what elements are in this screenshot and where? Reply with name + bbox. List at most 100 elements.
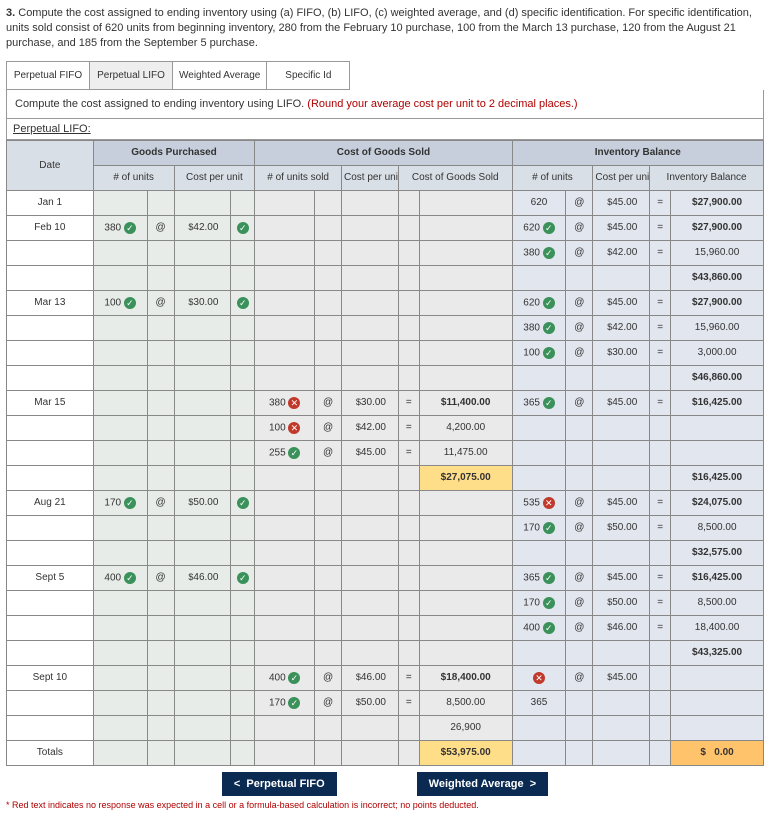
cell: 4,200.00 xyxy=(419,415,512,440)
table-title: Perpetual LIFO: xyxy=(6,119,764,140)
cell[interactable]: 400 ✓ xyxy=(512,615,566,640)
cell[interactable]: $45.00 xyxy=(593,215,650,240)
cell: $43,860.00 xyxy=(671,265,764,290)
check-icon: ✓ xyxy=(124,222,136,234)
x-icon: ✕ xyxy=(288,397,300,409)
row-aug21: Aug 21 xyxy=(7,490,94,515)
cell[interactable]: 400 ✓ xyxy=(93,565,147,590)
eq: = xyxy=(650,390,671,415)
at: @ xyxy=(566,215,593,240)
cell[interactable]: 170 ✓ xyxy=(93,490,147,515)
cell[interactable]: $50.00 xyxy=(593,515,650,540)
col-cpu-gp: Cost per unit xyxy=(174,165,255,190)
total-inventory: $ 0.00 xyxy=(671,740,764,765)
cell[interactable]: 365 ✓ xyxy=(512,565,566,590)
col-units-sold: # of units sold xyxy=(255,165,342,190)
cell[interactable]: $46.00 xyxy=(342,665,399,690)
tab-weighted[interactable]: Weighted Average xyxy=(173,62,267,89)
cell[interactable]: $45.00 xyxy=(593,665,650,690)
method-tabs: Perpetual FIFO Perpetual LIFO Weighted A… xyxy=(6,61,350,90)
cell[interactable]: 620 xyxy=(512,190,566,215)
at: @ xyxy=(566,290,593,315)
cell[interactable]: 380 ✓ xyxy=(512,240,566,265)
eq: = xyxy=(650,590,671,615)
cell[interactable]: $42.00 xyxy=(342,415,399,440)
cell[interactable]: $45.00 xyxy=(593,390,650,415)
sec-inventory-balance: Inventory Balance xyxy=(512,140,763,165)
cell[interactable]: 380 ✕ xyxy=(255,390,315,415)
cell: 26,900 xyxy=(419,715,512,740)
cell[interactable]: ✕ xyxy=(512,665,566,690)
cell[interactable]: 365 ✓ xyxy=(512,390,566,415)
cell[interactable]: $30.00 xyxy=(174,290,231,315)
nav-prev[interactable]: < Perpetual FIFO xyxy=(222,772,337,796)
cell: $11,400.00 xyxy=(419,390,512,415)
cell: 8,500.00 xyxy=(419,690,512,715)
nav-next[interactable]: Weighted Average > xyxy=(417,772,549,796)
cell[interactable]: $45.00 xyxy=(593,290,650,315)
tab-lifo[interactable]: Perpetual LIFO xyxy=(90,62,173,89)
check-icon: ✓ xyxy=(237,297,249,309)
cell[interactable]: $42.00 xyxy=(593,315,650,340)
cell: 3,000.00 xyxy=(671,340,764,365)
cell[interactable]: 400 ✓ xyxy=(255,665,315,690)
cell[interactable]: 255 ✓ xyxy=(255,440,315,465)
check-icon: ✓ xyxy=(237,222,249,234)
cell[interactable]: $50.00 xyxy=(174,490,231,515)
eq: = xyxy=(650,315,671,340)
eq: = xyxy=(650,215,671,240)
cell[interactable]: 380 ✓ xyxy=(512,315,566,340)
at: @ xyxy=(566,190,593,215)
cell: 15,960.00 xyxy=(671,315,764,340)
tab-fifo[interactable]: Perpetual FIFO xyxy=(7,62,90,89)
eq: = xyxy=(650,515,671,540)
check-icon: ✓ xyxy=(124,497,136,509)
check-icon: ✓ xyxy=(237,497,249,509)
cell: $24,075.00 xyxy=(671,490,764,515)
cell[interactable]: $46.00 xyxy=(174,565,231,590)
at: @ xyxy=(315,390,342,415)
cell: $46,860.00 xyxy=(671,365,764,390)
row-sept5: Sept 5 xyxy=(7,565,94,590)
cell[interactable]: 100 ✓ xyxy=(93,290,147,315)
cell[interactable]: $45.00 xyxy=(342,440,399,465)
tab-specific[interactable]: Specific Id xyxy=(267,62,349,89)
cell[interactable]: 170 ✓ xyxy=(512,590,566,615)
cell[interactable]: $45.00 xyxy=(593,490,650,515)
cell[interactable]: $30.00 xyxy=(593,340,650,365)
col-units-gp: # of units xyxy=(93,165,174,190)
cell[interactable]: $50.00 xyxy=(593,590,650,615)
cell[interactable]: 620 ✓ xyxy=(512,215,566,240)
check-icon: ✓ xyxy=(543,297,555,309)
sec-goods-purchased: Goods Purchased xyxy=(93,140,255,165)
at: @ xyxy=(315,665,342,690)
cell[interactable]: 620 ✓ xyxy=(512,290,566,315)
lifo-table: Date Goods Purchased Cost of Goods Sold … xyxy=(6,140,764,766)
at: @ xyxy=(147,215,174,240)
at: @ xyxy=(566,565,593,590)
cell: $16,425.00 xyxy=(671,565,764,590)
cell[interactable]: $46.00 xyxy=(593,615,650,640)
cell[interactable]: $45.00 xyxy=(593,190,650,215)
at: @ xyxy=(566,665,593,690)
cell[interactable]: $42.00 xyxy=(174,215,231,240)
cell[interactable]: $42.00 xyxy=(593,240,650,265)
cell: $16,425.00 xyxy=(671,465,764,490)
cell[interactable]: 100 ✓ xyxy=(512,340,566,365)
cell[interactable]: $30.00 xyxy=(342,390,399,415)
cell[interactable]: 380 ✓ xyxy=(93,215,147,240)
cell[interactable]: $45.00 xyxy=(593,565,650,590)
cell[interactable]: $50.00 xyxy=(342,690,399,715)
cell[interactable]: 535 ✕ xyxy=(512,490,566,515)
eq: = xyxy=(398,690,419,715)
cell[interactable]: 365 xyxy=(512,690,566,715)
at: @ xyxy=(566,315,593,340)
cell[interactable]: 100 ✕ xyxy=(255,415,315,440)
cell[interactable]: 170 ✓ xyxy=(512,515,566,540)
eq: = xyxy=(398,665,419,690)
x-icon: ✕ xyxy=(533,672,545,684)
eq: = xyxy=(398,440,419,465)
at: @ xyxy=(315,440,342,465)
col-date: Date xyxy=(7,140,94,190)
cell[interactable]: 170 ✓ xyxy=(255,690,315,715)
